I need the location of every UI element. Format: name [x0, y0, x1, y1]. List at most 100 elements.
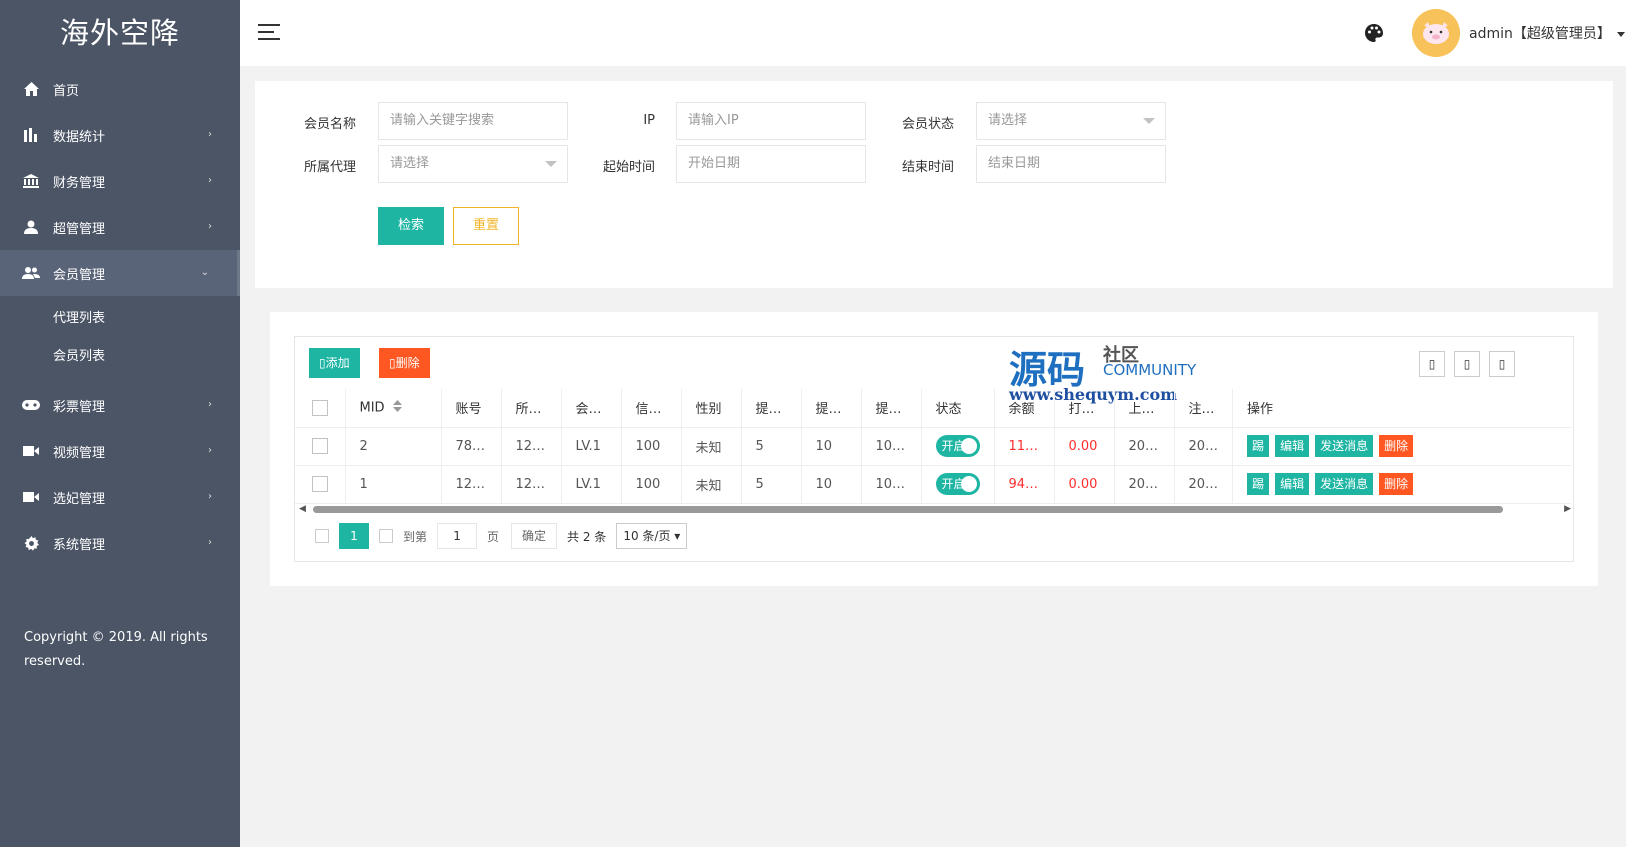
- status-toggle[interactable]: 开启: [935, 435, 980, 457]
- user-label: admin【超级管理员】: [1469, 26, 1611, 42]
- sidebar-item-super-admin[interactable]: 超管管理 ›: [0, 204, 240, 250]
- current-page-button[interactable]: 1: [339, 523, 369, 549]
- edit-button[interactable]: 编辑: [1275, 473, 1310, 495]
- agent-value: 请选择: [390, 156, 430, 171]
- ip-input[interactable]: 请输入IP: [676, 102, 866, 140]
- row-select-cell: [295, 465, 346, 504]
- chevron-right-icon: ›: [208, 491, 212, 502]
- cell-register: 20…: [1174, 427, 1234, 466]
- add-button[interactable]: ▯添加: [309, 348, 360, 378]
- cell-agent: 12…: [501, 427, 562, 466]
- scrollbar-thumb[interactable]: [313, 506, 1503, 513]
- send-message-button[interactable]: 发送消息: [1315, 473, 1374, 495]
- column-header: 操作: [1232, 389, 1571, 428]
- cell-level: LV.1: [561, 465, 622, 504]
- sidebar-item-label: 彩票管理: [53, 399, 106, 415]
- horizontal-scrollbar[interactable]: ◀ ▶: [299, 503, 1571, 515]
- scroll-left-icon[interactable]: ◀: [299, 504, 306, 514]
- sidebar-item-video[interactable]: 视频管理 ›: [0, 428, 240, 474]
- sidebar-item-system[interactable]: 系统管理 ›: [0, 520, 240, 566]
- cell-bet: 0.00: [1054, 427, 1115, 466]
- sidebar-subitem-member-list[interactable]: 会员列表: [0, 338, 240, 376]
- prev-page-icon[interactable]: [315, 529, 329, 543]
- column-header: 所…: [501, 389, 562, 428]
- top-header: admin【超级管理员】: [240, 0, 1626, 66]
- send-message-button[interactable]: 发送消息: [1315, 435, 1374, 457]
- page-size-value: 10 条/页: [623, 529, 671, 543]
- sidebar-item-stats[interactable]: 数据统计 ›: [0, 112, 240, 158]
- select-all-checkbox[interactable]: [311, 399, 328, 416]
- column-header: 余额: [994, 389, 1055, 428]
- cell-account: 78…: [441, 427, 502, 466]
- cell-status: 开启: [921, 465, 995, 504]
- member-status-select[interactable]: 请选择: [976, 102, 1166, 140]
- print-icon[interactable]: ▯: [1489, 351, 1515, 377]
- filter-columns-icon[interactable]: ▯: [1419, 351, 1445, 377]
- column-header: 状态: [921, 389, 995, 428]
- column-header: 会…: [561, 389, 622, 428]
- chevron-right-icon: ›: [208, 129, 212, 140]
- table-row: 1 12… 12… LV.1 100 未知 5 10 10… 开启 94… 0.…: [295, 465, 1571, 504]
- total-count: 共 2 条: [567, 529, 607, 544]
- goto-page-input[interactable]: 1: [437, 523, 478, 549]
- member-status-label: 会员状态: [901, 117, 954, 132]
- export-icon[interactable]: ▯: [1454, 351, 1480, 377]
- goto-confirm-button[interactable]: 确定: [511, 523, 558, 549]
- row-checkbox[interactable]: [311, 438, 328, 454]
- ip-label: IP: [643, 113, 655, 128]
- user-menu[interactable]: admin【超级管理员】: [1469, 23, 1625, 43]
- chevron-right-icon: ›: [208, 175, 212, 186]
- dropdown-arrow-icon: [1143, 118, 1155, 124]
- sidebar-item-members[interactable]: 会员管理 ⌄: [0, 250, 240, 296]
- cell-withdraw-3: 10…: [861, 427, 922, 466]
- row-checkbox[interactable]: [311, 476, 328, 492]
- agent-label: 所属代理: [303, 160, 356, 175]
- agent-select[interactable]: 请选择: [378, 145, 568, 183]
- member-name-input[interactable]: 请输入关键字搜索: [378, 102, 568, 140]
- cell-mid: 1: [345, 465, 442, 504]
- edit-button[interactable]: 编辑: [1275, 435, 1310, 457]
- sidebar-item-label: 会员管理: [53, 267, 106, 283]
- avatar[interactable]: [1412, 9, 1460, 57]
- sidebar-item-finance[interactable]: 财务管理 ›: [0, 158, 240, 204]
- cell-account: 12…: [441, 465, 502, 504]
- start-date-input[interactable]: 开始日期: [676, 145, 866, 183]
- video-icon: [22, 489, 40, 505]
- cell-withdraw-2: 10: [801, 427, 862, 466]
- search-button[interactable]: 检索: [378, 207, 444, 245]
- delete-icon: ▯: [389, 356, 396, 370]
- sort-icon[interactable]: [392, 399, 402, 416]
- delete-row-button[interactable]: 删除: [1379, 473, 1414, 495]
- app-logo-title: 海外空降: [59, 16, 180, 50]
- cell-bet: 0.00: [1054, 465, 1115, 504]
- delete-row-button[interactable]: 删除: [1379, 435, 1414, 457]
- sidebar-item-home[interactable]: 首页: [0, 66, 240, 112]
- sidebar-subitem-agent-list[interactable]: 代理列表: [0, 300, 240, 338]
- page-size-select[interactable]: 10 条/页 ▾: [616, 523, 688, 549]
- cell-credit: 100: [621, 465, 682, 504]
- batch-delete-button[interactable]: ▯删除: [379, 348, 430, 378]
- menu-toggle-icon[interactable]: [258, 24, 280, 40]
- next-page-icon[interactable]: [379, 529, 393, 543]
- row-select-cell: [295, 427, 346, 466]
- search-form-panel: 会员名称 请输入关键字搜索 IP 请输入IP 会员状态 请选择 所属代理 请选择…: [255, 81, 1613, 288]
- palette-icon[interactable]: [1364, 23, 1384, 43]
- column-header[interactable]: MID: [345, 389, 442, 428]
- sidebar-item-lottery[interactable]: 彩票管理 ›: [0, 382, 240, 428]
- kick-button[interactable]: 踢: [1247, 435, 1270, 457]
- scroll-right-icon[interactable]: ▶: [1564, 504, 1571, 514]
- column-header: 打…: [1054, 389, 1115, 428]
- sidebar-item-label: 首页: [53, 83, 80, 99]
- kick-button[interactable]: 踢: [1247, 473, 1270, 495]
- status-toggle[interactable]: 开启: [935, 473, 980, 495]
- watermark-community-text: COMMUNITY: [1103, 361, 1197, 379]
- cell-actions: 踢编辑 发送消息 删除: [1232, 427, 1571, 466]
- user-icon: [22, 219, 40, 235]
- column-header: 注…: [1174, 389, 1234, 428]
- chevron-right-icon: ›: [208, 445, 212, 456]
- sidebar-item-label: 财务管理: [53, 175, 106, 191]
- reset-button[interactable]: 重置: [453, 207, 519, 245]
- sidebar-item-selection[interactable]: 选妃管理 ›: [0, 474, 240, 520]
- end-date-input[interactable]: 结束日期: [976, 145, 1166, 183]
- table-row: 2 78… 12… LV.1 100 未知 5 10 10… 开启 11… 0.…: [295, 427, 1571, 466]
